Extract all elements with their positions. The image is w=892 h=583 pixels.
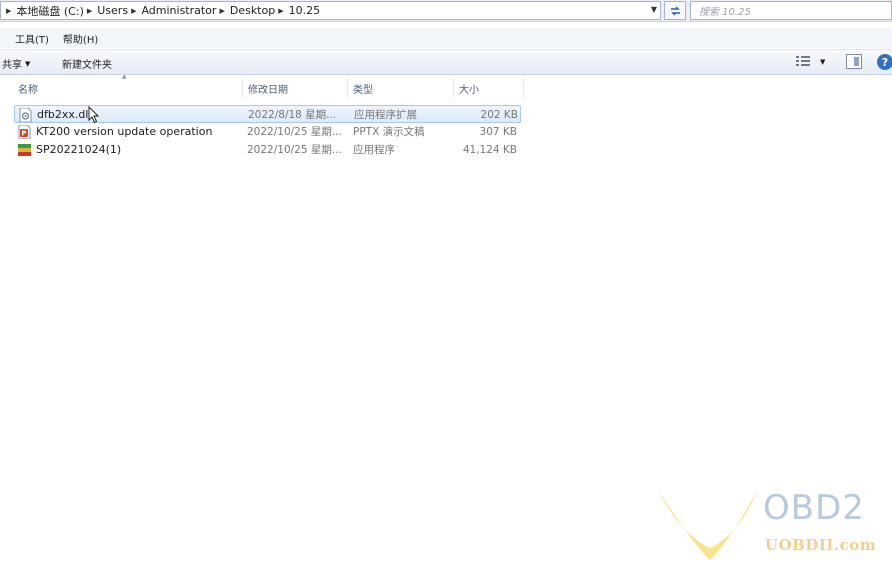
- file-date: 2022/10/25 星期...: [247, 144, 342, 156]
- file-type: 应用程序: [353, 144, 395, 156]
- help-icon[interactable]: ?: [877, 54, 892, 70]
- chevron-right-icon[interactable]: ▶: [278, 7, 283, 15]
- column-header-date[interactable]: 修改日期: [248, 76, 288, 100]
- column-header-name[interactable]: 名称: [18, 76, 38, 100]
- chevron-right-icon[interactable]: ▶: [6, 7, 11, 15]
- column-divider[interactable]: [453, 78, 454, 98]
- file-date: 2022/10/25 星期...: [247, 126, 342, 138]
- menu-tools[interactable]: 工具(T): [15, 31, 49, 46]
- refresh-button[interactable]: [664, 1, 686, 20]
- share-button[interactable]: 共享 ▼: [2, 56, 31, 72]
- breadcrumb-local-disk[interactable]: 本地磁盘 (C:): [16, 3, 83, 19]
- file-row[interactable]: SP20221024(1) 2022/10/25 星期... 应用程序 41,1…: [14, 141, 521, 159]
- file-row[interactable]: P KT200 version update operation 2022/10…: [14, 123, 521, 141]
- file-name: KT200 version update operation: [36, 125, 213, 138]
- svg-text:P: P: [21, 130, 26, 138]
- column-header-size[interactable]: 大小: [459, 76, 479, 100]
- exe-app-icon: [18, 144, 31, 156]
- breadcrumb-desktop[interactable]: Desktop: [230, 4, 275, 17]
- change-view-button[interactable]: ▼: [796, 56, 825, 67]
- preview-pane-icon[interactable]: [846, 54, 862, 69]
- swoosh-logo-icon: [658, 490, 758, 560]
- column-divider[interactable]: [242, 78, 243, 98]
- file-type: 应用程序扩展: [354, 109, 417, 121]
- sort-arrow-icon: ▲: [122, 73, 127, 80]
- file-size: 307 KB: [479, 126, 517, 138]
- chevron-right-icon[interactable]: ▶: [131, 7, 136, 15]
- address-bar-row: ▶ 本地磁盘 (C:) ▶ Users ▶ Administrator ▶ De…: [0, 0, 892, 22]
- chevron-right-icon[interactable]: ▶: [87, 7, 92, 15]
- chevron-down-icon: ▼: [820, 57, 826, 66]
- share-label: 共享: [2, 60, 22, 71]
- address-dropdown-icon[interactable]: ▼: [647, 1, 661, 18]
- file-size: 41,124 KB: [462, 144, 517, 156]
- column-divider[interactable]: [523, 78, 524, 98]
- mouse-cursor-icon: [88, 106, 100, 124]
- file-size: 202 KB: [480, 109, 518, 121]
- watermark: OBD2 UOBDII.com: [655, 486, 892, 583]
- breadcrumb-administrator[interactable]: Administrator: [141, 4, 216, 17]
- dll-file-icon: [19, 108, 32, 122]
- column-divider[interactable]: [347, 78, 348, 98]
- refresh-icon: [670, 5, 680, 16]
- watermark-site: UOBDII.com: [765, 536, 877, 554]
- column-header-type[interactable]: 类型: [353, 76, 373, 100]
- search-input[interactable]: 搜索 10.25: [690, 1, 892, 20]
- file-date: 2022/8/18 星期...: [248, 109, 337, 121]
- menu-bar: 工具(T) 帮助(H): [0, 28, 892, 48]
- command-bar: 共享 ▼ 新建文件夹 ▼ ?: [0, 49, 892, 75]
- file-name: SP20221024(1): [36, 143, 122, 156]
- address-bar[interactable]: ▶ 本地磁盘 (C:) ▶ Users ▶ Administrator ▶ De…: [0, 1, 661, 20]
- file-name: dfb2xx.dll: [37, 108, 92, 121]
- breadcrumb-users[interactable]: Users: [97, 4, 128, 17]
- chevron-right-icon[interactable]: ▶: [219, 7, 224, 15]
- menu-help[interactable]: 帮助(H): [63, 31, 98, 46]
- breadcrumb-folder[interactable]: 10.25: [289, 4, 321, 17]
- chevron-down-icon: ▼: [25, 59, 31, 68]
- pptx-file-icon: P: [18, 125, 31, 139]
- file-type: PPTX 演示文稿: [353, 126, 425, 138]
- view-details-icon: [796, 56, 810, 66]
- new-folder-button[interactable]: 新建文件夹: [62, 56, 112, 71]
- watermark-brand: OBD2: [763, 488, 865, 528]
